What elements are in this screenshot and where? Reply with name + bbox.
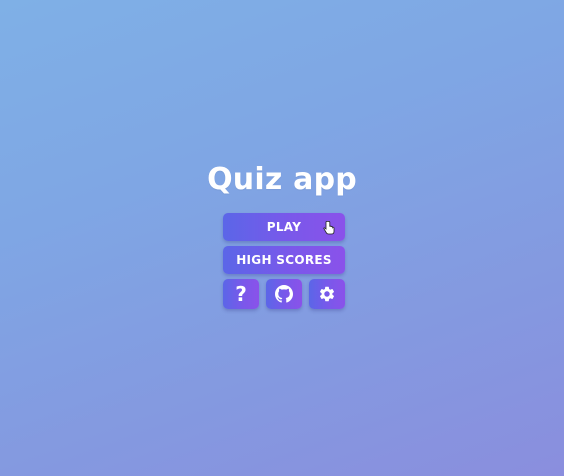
gear-icon [319,286,335,302]
github-icon [275,285,293,303]
high-scores-button-label: HIGH SCORES [236,253,332,267]
pointer-cursor-icon [323,221,335,235]
app-title: Quiz app [207,162,357,197]
question-icon: ? [235,282,247,306]
play-button-label: PLAY [266,220,302,234]
github-button[interactable] [266,279,302,309]
help-button[interactable]: ? [223,279,259,309]
settings-button[interactable] [309,279,345,309]
high-scores-button[interactable]: HIGH SCORES [223,246,345,274]
main-menu-screen: Quiz app PLAY HIGH SCORES ? [0,0,564,476]
